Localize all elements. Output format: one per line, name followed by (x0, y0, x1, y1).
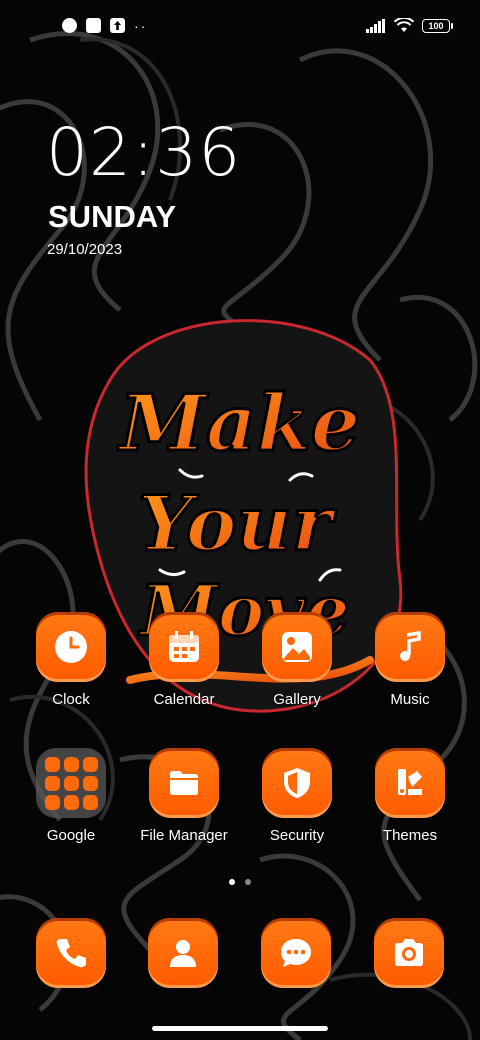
clock-date: 29/10/2023 (47, 241, 123, 258)
clock-day: SUNDAY (48, 199, 177, 234)
folder-app-icon (63, 756, 79, 772)
app-gallery[interactable]: Gallery (237, 612, 357, 708)
messages-icon[interactable] (261, 918, 331, 988)
app-label: Calendar (153, 691, 215, 708)
folder-icon[interactable] (36, 748, 106, 818)
dock-messages[interactable] (261, 918, 331, 988)
folder-icon[interactable] (149, 748, 219, 818)
app-file-manager[interactable]: File Manager (124, 748, 244, 844)
battery-icon: 100 (422, 18, 453, 33)
folder-app-icon (82, 794, 98, 810)
notification-icons: ·· (62, 18, 147, 33)
app-music[interactable]: Music (350, 612, 470, 708)
status-bar: ·· 100 (0, 0, 480, 56)
page-dot-active[interactable] (229, 879, 235, 885)
app-label: Google (46, 827, 96, 844)
app-label: Security (269, 827, 325, 844)
music-note-icon[interactable] (375, 612, 445, 682)
app-notification-icon (62, 18, 77, 33)
folder-app-icon (44, 756, 60, 772)
upload-notification-icon (110, 18, 125, 33)
app-label: Clock (52, 691, 90, 708)
folder-app-icon (44, 775, 60, 791)
app-label: Themes (382, 827, 438, 844)
app-label: File Manager (140, 827, 228, 844)
page-indicator[interactable] (0, 879, 480, 885)
app-security[interactable]: Security (237, 748, 357, 844)
page-dot[interactable] (245, 879, 251, 885)
shield-icon[interactable] (262, 748, 332, 818)
signal-icon (366, 18, 385, 33)
folder-app-icon (63, 775, 79, 791)
app-clock[interactable]: Clock (11, 612, 131, 708)
clock-icon[interactable] (36, 612, 106, 682)
wifi-icon (394, 18, 414, 32)
themes-icon[interactable] (375, 748, 445, 818)
svg-text:Your: Your (138, 479, 337, 568)
folder-app-icon (63, 794, 79, 810)
phone-icon[interactable] (36, 918, 106, 988)
dock-contacts[interactable] (148, 918, 218, 988)
folder-app-icon (44, 794, 60, 810)
app-label: Gallery (273, 691, 321, 708)
calendar-icon[interactable] (149, 612, 219, 682)
image-icon[interactable] (262, 612, 332, 682)
folder-app-icon (82, 775, 98, 791)
more-notifications-indicator: ·· (134, 17, 148, 34)
app-label: Music (390, 691, 430, 708)
contacts-icon[interactable] (148, 918, 218, 988)
dock-camera[interactable] (374, 918, 444, 988)
folder-app-icon (82, 756, 98, 772)
camera-icon[interactable] (374, 918, 444, 988)
clock-time[interactable]: 02:36 (46, 118, 241, 188)
app-calendar[interactable]: Calendar (124, 612, 244, 708)
app-themes[interactable]: Themes (350, 748, 470, 844)
dock-phone[interactable] (36, 918, 106, 988)
folder-google[interactable]: Google (11, 748, 131, 844)
svg-text:Make: Make (117, 378, 361, 469)
home-gesture-bar[interactable] (152, 1026, 328, 1031)
square-notification-icon (86, 18, 101, 33)
